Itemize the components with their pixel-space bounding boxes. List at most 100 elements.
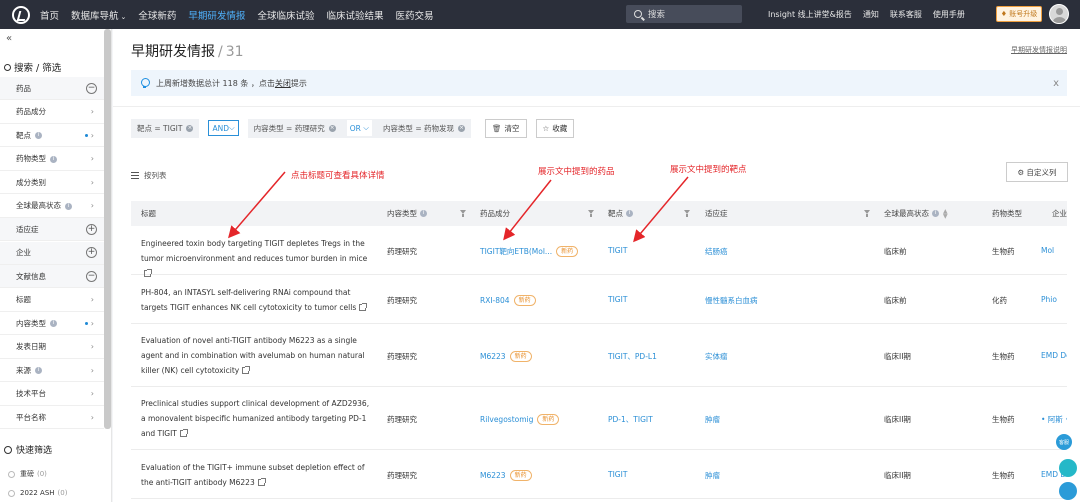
filter-chip-target[interactable]: 靶点 = TIGIT × bbox=[131, 118, 200, 138]
close-icon[interactable]: x bbox=[1053, 78, 1059, 89]
sidebar-item[interactable]: 内容类型 i › bbox=[0, 312, 104, 335]
help-link[interactable]: 早期研发情报说明 bbox=[1011, 45, 1067, 55]
logic-select-or[interactable]: OR ⌵ bbox=[346, 120, 372, 136]
sidebar-item[interactable]: 企业 + bbox=[0, 241, 104, 265]
list-view-toggle[interactable]: 按列表 bbox=[131, 170, 167, 181]
indication-link[interactable]: 实体瘤 bbox=[705, 351, 728, 362]
company-link[interactable]: Mol bbox=[1041, 246, 1067, 255]
article-title-link[interactable]: PH-804, an INTASYL self-delivering RNAi … bbox=[141, 285, 373, 315]
sort-icon[interactable]: ▲ ▼ bbox=[943, 208, 948, 219]
article-title-link[interactable]: Evaluation of novel anti-TIGIT antibody … bbox=[141, 333, 373, 378]
logo-icon[interactable] bbox=[8, 0, 34, 29]
nav-global-trials[interactable]: 全球临床试验 bbox=[257, 8, 314, 22]
close-notice-link[interactable]: 关闭 bbox=[275, 78, 291, 89]
column-header-status[interactable]: 全球最高状态 i ▲ ▼ bbox=[884, 201, 948, 226]
expand-icon[interactable]: + bbox=[86, 223, 97, 235]
collapse-icon[interactable]: « bbox=[6, 33, 12, 44]
float-button[interactable] bbox=[1059, 482, 1077, 500]
drug-link[interactable]: TIGIT靶向ETB(Mol... bbox=[480, 246, 552, 257]
chevron-right-icon[interactable]: › bbox=[91, 319, 94, 328]
sidebar-item[interactable]: 平台名称 › bbox=[0, 406, 104, 429]
drug-link[interactable]: M6223 bbox=[480, 471, 506, 480]
article-title-link[interactable]: Evaluation of the TIGIT+ immune subset d… bbox=[141, 460, 373, 490]
indication-link[interactable]: 肿瘤 bbox=[705, 470, 720, 481]
sidebar-item[interactable]: 文献信息 − bbox=[0, 265, 104, 288]
remove-chip-icon[interactable]: × bbox=[186, 124, 194, 132]
chevron-right-icon[interactable]: › bbox=[91, 107, 94, 116]
target-link[interactable]: TIGIT bbox=[608, 246, 627, 255]
radio-icon[interactable] bbox=[8, 470, 15, 478]
remove-chip-icon[interactable]: × bbox=[328, 124, 336, 132]
sidebar-item[interactable]: 发表日期 › bbox=[0, 336, 104, 359]
chevron-right-icon[interactable]: › bbox=[91, 178, 94, 187]
company-link[interactable]: EMD Dev bbox=[1041, 351, 1067, 360]
column-header-indication[interactable]: 适应症 bbox=[705, 201, 728, 226]
chevron-right-icon[interactable]: › bbox=[91, 201, 94, 210]
column-header-content-type[interactable]: 内容类型 i bbox=[387, 201, 427, 226]
sidebar-item[interactable]: 成分类别 › bbox=[0, 171, 104, 194]
nav-global-new-drugs[interactable]: 全球新药 bbox=[138, 8, 176, 22]
external-link-icon[interactable] bbox=[257, 477, 266, 486]
sidebar-item[interactable]: 来源 i › bbox=[0, 359, 104, 382]
external-link-icon[interactable] bbox=[359, 302, 368, 311]
chevron-right-icon[interactable]: › bbox=[91, 389, 94, 398]
nav-early-rd[interactable]: 早期研发情报 bbox=[188, 8, 245, 22]
target-link[interactable]: TIGIT bbox=[608, 470, 627, 479]
drug-link[interactable]: RXI-804 bbox=[480, 296, 510, 305]
table-row[interactable]: PH-804, an INTASYL self-delivering RNAi … bbox=[131, 275, 1067, 324]
indication-link[interactable]: 结肠癌 bbox=[705, 246, 728, 257]
filter-icon[interactable] bbox=[864, 210, 870, 217]
table-row[interactable]: Evaluation of novel anti-TIGIT antibody … bbox=[131, 324, 1067, 387]
filter-icon[interactable] bbox=[588, 210, 594, 217]
target-link[interactable]: PD-1、TIGIT bbox=[608, 414, 653, 425]
sidebar-item[interactable]: 药物类型 i › bbox=[0, 148, 104, 171]
drug-link[interactable]: M6223 bbox=[480, 352, 506, 361]
sidebar-item[interactable]: 靶点 i › bbox=[0, 124, 104, 147]
quick-filter-item[interactable]: 重磅 (0) bbox=[8, 469, 47, 479]
collapse-icon[interactable]: − bbox=[86, 270, 97, 282]
chevron-right-icon[interactable]: › bbox=[91, 295, 94, 304]
filter-icon[interactable] bbox=[460, 210, 466, 217]
chevron-right-icon[interactable]: › bbox=[91, 342, 94, 351]
radio-icon[interactable] bbox=[8, 489, 15, 497]
nav-manual[interactable]: 使用手册 bbox=[933, 9, 965, 20]
sidebar-item[interactable]: 标题 › bbox=[0, 289, 104, 312]
chevron-right-icon[interactable]: › bbox=[91, 154, 94, 163]
filter-chip-content-type[interactable]: 内容类型 = 药理研究 × bbox=[247, 118, 342, 138]
target-link[interactable]: TIGIT、PD-L1 bbox=[608, 351, 657, 362]
sidebar-item[interactable]: 技术平台 › bbox=[0, 383, 104, 406]
upgrade-button[interactable]: ♦ 账号升级 bbox=[996, 6, 1042, 22]
indication-link[interactable]: 慢性髓系白血病 bbox=[705, 295, 758, 306]
nav-home[interactable]: 首页 bbox=[40, 8, 59, 22]
drug-link[interactable]: Rilvegostomig bbox=[480, 415, 533, 424]
chevron-right-icon[interactable]: › bbox=[91, 366, 94, 375]
table-row[interactable]: Preclinical studies support clinical dev… bbox=[131, 387, 1067, 450]
external-link-icon[interactable] bbox=[242, 365, 251, 374]
indication-link[interactable]: 肿瘤 bbox=[705, 414, 720, 425]
collapse-icon[interactable]: − bbox=[86, 82, 97, 94]
sidebar-scrollbar[interactable] bbox=[104, 29, 111, 429]
filter-chip-content-type-2[interactable]: 内容类型 = 药物发现 × bbox=[376, 118, 471, 138]
column-header-drug[interactable]: 药品成分 bbox=[480, 201, 510, 226]
nav-pharma-deals[interactable]: 医药交易 bbox=[395, 8, 433, 22]
remove-chip-icon[interactable]: × bbox=[458, 124, 465, 132]
company-link[interactable]: Phio bbox=[1041, 295, 1067, 304]
sidebar-item[interactable]: 全球最高状态 i › bbox=[0, 195, 104, 218]
table-row[interactable]: Evaluation of the TIGIT+ immune subset d… bbox=[131, 450, 1067, 499]
expand-icon[interactable]: + bbox=[86, 247, 97, 258]
filter-icon[interactable] bbox=[684, 210, 690, 217]
nav-database[interactable]: 数据库导航 ⌄ bbox=[71, 8, 126, 22]
target-link[interactable]: TIGIT bbox=[608, 295, 627, 304]
column-header-company[interactable]: 企业 bbox=[1052, 201, 1067, 226]
nav-support[interactable]: 联系客服 bbox=[890, 9, 922, 20]
nav-insight[interactable]: Insight 线上讲堂&报告 bbox=[768, 9, 852, 20]
chevron-right-icon[interactable]: › bbox=[91, 131, 94, 140]
table-row[interactable]: Engineered toxin body targeting TIGIT de… bbox=[131, 226, 1067, 277]
custom-columns-button[interactable]: ⚙ 自定义列 bbox=[1006, 162, 1068, 182]
nav-notifications[interactable]: 通知 bbox=[863, 9, 879, 20]
clear-button[interactable]: 🗑 清空 bbox=[485, 118, 527, 138]
chevron-right-icon[interactable]: › bbox=[91, 413, 94, 422]
search-input[interactable]: 搜索 bbox=[626, 5, 742, 23]
quick-filter-item[interactable]: 2022 ASH (0) bbox=[8, 489, 67, 497]
company-link[interactable]: • 阿斯 • 信达 康 bbox=[1041, 414, 1067, 425]
